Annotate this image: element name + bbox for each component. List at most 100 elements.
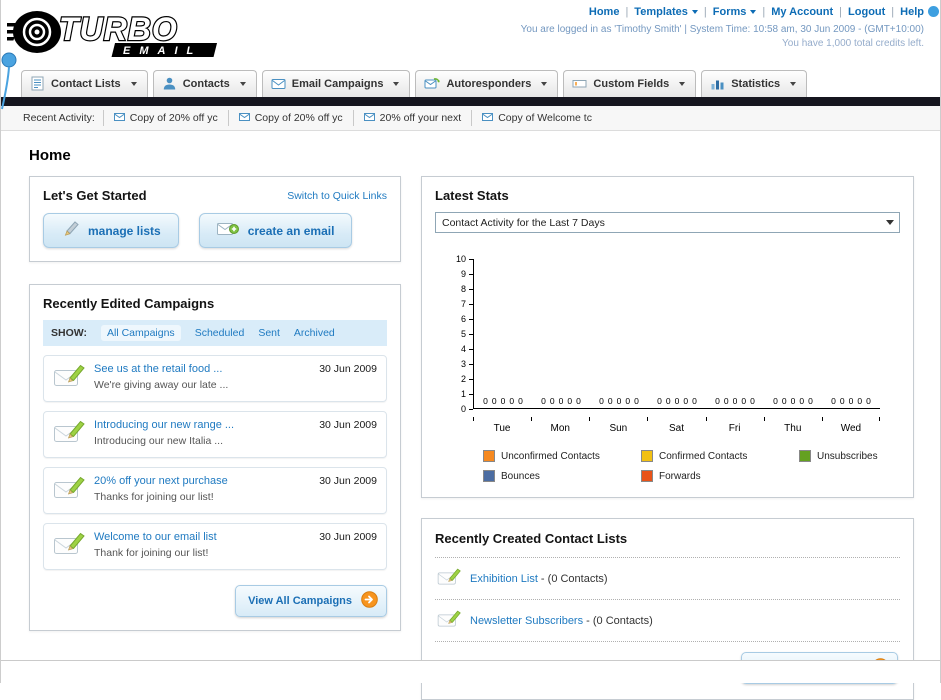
campaign-row[interactable]: See us at the retail food ... We're givi… xyxy=(43,355,387,402)
page-title: Home xyxy=(29,147,71,164)
envelope-icon xyxy=(482,112,494,124)
chart-bar-group: 00000 xyxy=(706,396,764,406)
chevron-down-icon xyxy=(541,81,548,86)
bar-value-label: 0 xyxy=(576,396,581,406)
x-axis-label: Sun xyxy=(589,417,647,434)
tab-label: Autoresponders xyxy=(446,77,532,90)
bar-value-label: 0 xyxy=(665,396,671,406)
bar-value-label: 0 xyxy=(808,396,813,406)
campaign-date: 30 Jun 2009 xyxy=(319,475,377,487)
legend-label: Bounces xyxy=(501,470,540,482)
chevron-down-icon xyxy=(691,10,698,14)
campaign-subtitle: Thanks for joining our list! xyxy=(94,491,214,503)
view-all-campaigns-button[interactable]: View All Campaigns xyxy=(235,585,387,617)
tab-label: Email Campaigns xyxy=(291,77,384,90)
nav-home[interactable]: Home xyxy=(589,6,634,18)
manage-lists-button[interactable]: manage lists xyxy=(43,213,179,248)
nav-logout[interactable]: Logout xyxy=(848,6,900,18)
y-axis-tick: 6 xyxy=(449,315,473,324)
chart-plot-area: 00000000000000000000000000000000000 xyxy=(473,259,880,409)
legend-swatch-icon xyxy=(483,450,495,462)
contact-list-item[interactable]: Newsletter Subscribers - (0 Contacts) xyxy=(435,600,900,642)
tab-email-campaigns[interactable]: Email Campaigns xyxy=(261,70,411,97)
campaign-title-link[interactable]: See us at the retail food ... xyxy=(94,363,310,375)
envelope-icon xyxy=(113,112,125,124)
stats-period-value: Contact Activity for the Last 7 Days xyxy=(442,216,605,229)
chevron-down-icon xyxy=(750,10,757,14)
stats-period-select[interactable]: Contact Activity for the Last 7 Days xyxy=(435,212,900,233)
show-label: SHOW: xyxy=(51,327,87,339)
envelope-pencil-icon xyxy=(437,567,461,590)
top-nav: Home Templates Forms My Account Logout H… xyxy=(521,6,924,18)
contact-list-detail: - (0 Contacts) xyxy=(537,572,608,585)
tab-contact-lists[interactable]: Contact Lists xyxy=(21,70,148,97)
campaign-date: 30 Jun 2009 xyxy=(319,531,377,543)
y-axis-tick: 5 xyxy=(449,330,473,339)
tab-contacts[interactable]: Contacts xyxy=(152,70,257,97)
bar-value-label: 0 xyxy=(599,396,604,406)
recent-activity-item[interactable]: Copy of 20% off yc xyxy=(227,110,353,126)
activity-item-label: Copy of Welcome tc xyxy=(498,112,592,124)
campaign-row[interactable]: Welcome to our email list Thank for join… xyxy=(43,523,387,570)
campaign-title-link[interactable]: Welcome to our email list xyxy=(94,531,310,543)
contact-list-item[interactable]: Exhibition List - (0 Contacts) xyxy=(435,558,900,600)
activity-item-label: 20% off your next xyxy=(379,112,462,124)
y-axis-tick: 2 xyxy=(449,375,473,384)
recent-activity-item[interactable]: Copy of Welcome tc xyxy=(471,110,602,126)
nav-templates[interactable]: Templates xyxy=(634,6,712,18)
legend-swatch-icon xyxy=(641,450,653,462)
login-info: You are logged in as 'Timothy Smith' | S… xyxy=(520,24,924,35)
bar-value-label: 0 xyxy=(750,396,755,406)
filter-scheduled[interactable]: Scheduled xyxy=(195,327,245,339)
recent-activity-item[interactable]: Copy of 20% off yc xyxy=(102,110,228,126)
legend-swatch-icon xyxy=(641,470,653,482)
envelope-plus-icon xyxy=(216,221,239,240)
nav-home-label: Home xyxy=(588,6,620,18)
recent-activity-item[interactable]: 20% off your next xyxy=(352,110,472,126)
filter-archived[interactable]: Archived xyxy=(294,327,335,339)
campaign-title-link[interactable]: 20% off your next purchase xyxy=(94,475,310,487)
campaign-subtitle: Thank for joining our list! xyxy=(94,547,209,559)
legend-item: Bounces xyxy=(483,470,641,482)
nav-help[interactable]: Help xyxy=(900,6,924,18)
filter-sent[interactable]: Sent xyxy=(258,327,280,339)
recent-activity-bar: Recent Activity: Copy of 20% off yc Copy… xyxy=(1,106,940,131)
activity-item-label: Copy of 20% off yc xyxy=(254,112,343,124)
tab-custom-fields[interactable]: Custom Fields xyxy=(563,70,697,97)
legend-label: Confirmed Contacts xyxy=(659,450,748,462)
bar-value-label: 0 xyxy=(741,396,747,406)
contact-list-name-link[interactable]: Exhibition List xyxy=(470,573,538,585)
app-logo[interactable]: TURBO EMAIL xyxy=(0,3,245,64)
envelope-icon xyxy=(363,112,375,124)
tab-autoresponders[interactable]: Autoresponders xyxy=(415,70,559,97)
chart-bar-group: 00000 xyxy=(764,396,822,406)
bar-value-label: 0 xyxy=(518,396,523,406)
campaign-subtitle: We're giving away our late ... xyxy=(94,379,229,391)
envelope-pencil-icon xyxy=(53,531,85,562)
nav-my-account[interactable]: My Account xyxy=(771,6,848,18)
nav-forms[interactable]: Forms xyxy=(713,6,771,18)
app-window: TURBO EMAIL Home Templates Forms My Acco… xyxy=(0,0,941,700)
legend-swatch-icon xyxy=(799,450,811,462)
bar-value-label: 0 xyxy=(657,396,662,406)
x-axis-label: Thu xyxy=(763,417,822,434)
custom-fields-icon xyxy=(572,76,587,91)
campaign-title-link[interactable]: Introducing our new range ... xyxy=(94,419,310,431)
nav-divider-bar xyxy=(1,97,940,106)
recent-activity-label: Recent Activity: xyxy=(23,112,95,124)
campaign-row[interactable]: 20% off your next purchase Thanks for jo… xyxy=(43,467,387,514)
campaign-row[interactable]: Introducing our new range ... Introducin… xyxy=(43,411,387,458)
create-email-button[interactable]: create an email xyxy=(198,213,353,248)
filter-all-campaigns[interactable]: All Campaigns xyxy=(100,325,181,341)
bar-value-label: 0 xyxy=(483,396,488,406)
x-axis-label: Wed xyxy=(821,417,880,434)
chevron-down-icon xyxy=(393,81,400,86)
tab-statistics[interactable]: Statistics xyxy=(701,70,808,97)
switch-quick-links-link[interactable]: Switch to Quick Links xyxy=(287,190,387,202)
create-email-label: create an email xyxy=(247,223,335,238)
chart-legend: Unconfirmed Contacts Confirmed Contacts Un… xyxy=(483,450,900,482)
chevron-down-icon xyxy=(790,81,797,86)
contact-list-name-link[interactable]: Newsletter Subscribers xyxy=(470,615,583,627)
legend-item: Unsubscribes xyxy=(799,450,900,462)
footer xyxy=(1,660,940,683)
